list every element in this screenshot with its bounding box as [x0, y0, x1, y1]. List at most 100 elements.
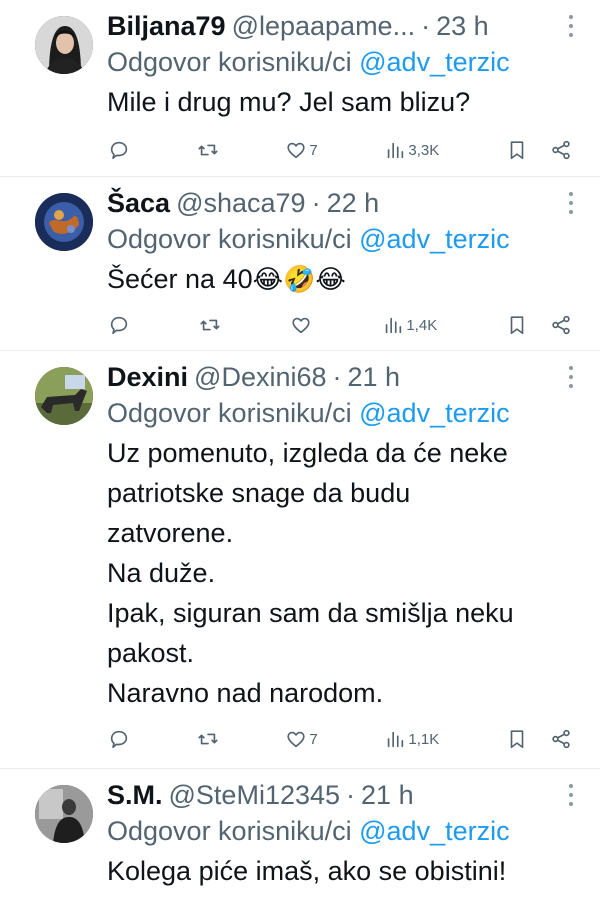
retweet-button[interactable] [197, 728, 219, 750]
like-count: 7 [309, 141, 318, 159]
tweet-header: Dexini @Dexini68 · 21 h [107, 359, 578, 395]
like-button[interactable]: 7 [285, 728, 318, 750]
share-button[interactable] [550, 139, 572, 161]
tweet-text-line: Na duže. [107, 558, 216, 588]
separator-dot: · [332, 362, 342, 392]
action-bar: 1,4K [108, 311, 572, 339]
tweet-content: Biljana79 @lepaapame... · 23 h Odgovor k… [107, 8, 578, 122]
bookmark-button[interactable] [506, 314, 528, 336]
reply-context: Odgovor korisniku/ci @adv_terzic [107, 813, 578, 849]
separator-dot: · [346, 780, 356, 810]
timestamp[interactable]: 21 h [348, 359, 401, 395]
views-button[interactable]: 1,1K [384, 728, 439, 750]
like-button[interactable]: 7 [285, 139, 318, 161]
share-icon [552, 140, 570, 160]
views-button[interactable]: 3,3K [384, 139, 439, 161]
reply-mention[interactable]: @adv_terzic [359, 816, 509, 846]
reply-context: Odgovor korisniku/ci @adv_terzic [107, 44, 578, 80]
bookmark-button[interactable] [506, 728, 528, 750]
avatar-image [35, 16, 93, 74]
timestamp[interactable]: 21 h [361, 777, 414, 813]
views-count: 1,1K [408, 730, 440, 748]
action-group-right [506, 728, 572, 750]
tweet-header: Biljana79 @lepaapame... · 23 h [107, 8, 578, 44]
reply-prefix: Odgovor korisniku/ci [107, 224, 352, 254]
avatar[interactable] [35, 16, 93, 74]
tweet-text-line: Mile i drug mu? Jel sam blizu? [107, 87, 471, 117]
tweet-saca[interactable]: Šaca @shaca79 · 22 h Odgovor korisniku/c… [0, 176, 600, 350]
retweet-icon [198, 144, 218, 156]
user-handle[interactable]: @SteMi12345 [169, 777, 341, 813]
retweet-icon [198, 733, 218, 745]
tweet-text-line: Naravno nad narodom. [107, 678, 384, 708]
tweet-text-line: Kolega piće imaš, ako se obistini! [107, 856, 507, 886]
avatar-image [35, 193, 93, 251]
share-button[interactable] [550, 728, 572, 750]
tweet-header: S.M. @SteMi12345 · 21 h [107, 777, 578, 813]
like-icon [287, 731, 305, 748]
tweet-text-line: patriotske snage da budu [107, 478, 411, 508]
share-icon [552, 315, 570, 335]
action-bar: 7 3,3K [108, 136, 572, 164]
retweet-icon [200, 319, 220, 331]
user-handle[interactable]: @lepaapame... [232, 8, 416, 44]
user-handle[interactable]: @Dexini68 [194, 359, 326, 395]
views-icon [386, 317, 402, 334]
views-count: 3,3K [408, 141, 440, 159]
display-name[interactable]: Biljana79 [107, 8, 226, 44]
avatar[interactable] [35, 367, 93, 425]
like-button[interactable] [290, 314, 314, 336]
tweet-dexini[interactable]: Dexini @Dexini68 · 21 h Odgovor korisnik… [0, 350, 600, 768]
avatar[interactable] [35, 193, 93, 251]
action-bar: 7 1,1K [108, 725, 572, 753]
user-handle[interactable]: @shaca79 [176, 185, 306, 221]
avatar[interactable] [35, 785, 93, 843]
display-name[interactable]: Dexini [107, 359, 188, 395]
more-icon[interactable] [564, 12, 578, 40]
reply-button[interactable] [108, 139, 130, 161]
reply-mention[interactable]: @adv_terzic [359, 47, 509, 77]
tweet-content: S.M. @SteMi12345 · 21 h Odgovor korisnik… [107, 777, 578, 891]
tweet-sm[interactable]: S.M. @SteMi12345 · 21 h Odgovor korisnik… [0, 768, 600, 900]
reply-context: Odgovor korisniku/ci @adv_terzic [107, 221, 578, 257]
tweet-header: Šaca @shaca79 · 22 h [107, 185, 578, 221]
reply-mention[interactable]: @adv_terzic [359, 398, 509, 428]
bookmark-icon [510, 730, 524, 749]
tweet-biljana79[interactable]: Biljana79 @lepaapame... · 23 h Odgovor k… [0, 0, 600, 176]
like-icon [287, 142, 305, 159]
reply-button[interactable] [108, 314, 130, 336]
tweet-text-line: Šećer na 40😂🤣😂 [107, 259, 578, 300]
views-icon [388, 142, 404, 159]
reply-context: Odgovor korisniku/ci @adv_terzic [107, 395, 578, 431]
share-button[interactable] [550, 314, 572, 336]
more-icon[interactable] [564, 781, 578, 809]
bookmark-icon [510, 316, 524, 335]
display-name[interactable]: Šaca [107, 185, 170, 221]
more-icon[interactable] [564, 363, 578, 391]
avatar-image [35, 367, 93, 425]
reply-mention[interactable]: @adv_terzic [359, 224, 509, 254]
display-name[interactable]: S.M. [107, 777, 163, 813]
reply-button[interactable] [108, 728, 130, 750]
retweet-button[interactable] [199, 314, 221, 336]
timestamp[interactable]: 22 h [327, 185, 380, 221]
tweet-text: Šećer na 40😂🤣😂 [107, 259, 578, 300]
emoji-laughing: 😂🤣😂 [252, 265, 346, 295]
views-button[interactable]: 1,4K [382, 314, 437, 336]
reply-prefix: Odgovor korisniku/ci [107, 47, 352, 77]
retweet-button[interactable] [197, 139, 219, 161]
tweet-content: Dexini @Dexini68 · 21 h Odgovor korisnik… [107, 359, 578, 713]
views-icon [388, 731, 404, 748]
reply-icon [110, 141, 128, 160]
share-icon [552, 729, 570, 749]
more-icon[interactable] [564, 189, 578, 217]
timestamp[interactable]: 23 h [436, 8, 489, 44]
bookmark-button[interactable] [506, 139, 528, 161]
tweet-text-line: Ipak, siguran sam da smišlja neku [107, 598, 514, 628]
action-group-right [506, 139, 572, 161]
separator-dot: · [311, 188, 321, 218]
action-group-right [506, 314, 572, 336]
views-count: 1,4K [406, 316, 438, 334]
tweet-text-line: pakost. [107, 638, 195, 668]
bookmark-icon [510, 141, 524, 160]
